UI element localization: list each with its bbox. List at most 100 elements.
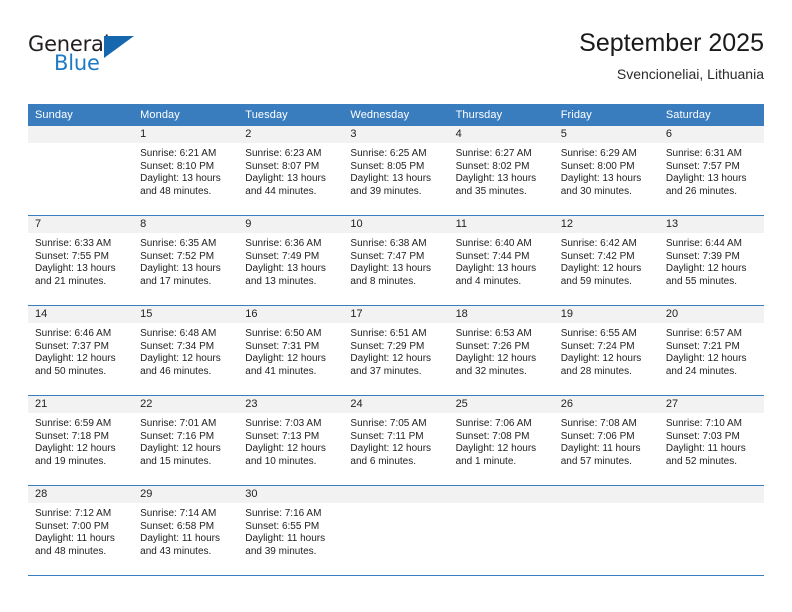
sunset-time: Sunset: 7:06 PM <box>560 430 635 442</box>
sunset-time: Sunset: 7:31 PM <box>245 340 320 352</box>
calendar-day-cell[interactable]: 4 Sunrise: 6:27 AM Sunset: 8:02 PM Daylight… <box>448 126 554 216</box>
sunrise-time: Sunrise: 7:14 AM <box>140 508 217 519</box>
daylight-duration-line2: and 48 minutes. <box>140 185 212 197</box>
calendar-day-cell[interactable]: 12 Sunrise: 6:42 AM Sunset: 7:42 PM Dayligh… <box>553 215 659 306</box>
day-sun-info: Sunrise: 6:48 AM Sunset: 7:34 PM Daylight:… <box>133 323 238 378</box>
day-number: 7 <box>28 216 134 233</box>
weekday-header-sunday: Sunday <box>28 104 134 126</box>
sunset-time: Sunset: 6:55 PM <box>245 520 320 532</box>
calendar-day-cell[interactable]: 26 Sunrise: 7:08 AM Sunset: 7:06 PM Dayligh… <box>553 395 659 486</box>
daylight-duration-line2: and 32 minutes. <box>455 365 527 377</box>
calendar-day-cell[interactable]: 3 Sunrise: 6:25 AM Sunset: 8:05 PM Daylight… <box>343 126 449 216</box>
day-number <box>28 126 134 143</box>
sunrise-time: Sunrise: 6:31 AM <box>665 148 742 159</box>
day-sun-info: Sunrise: 6:33 AM Sunset: 7:55 PM Daylight:… <box>28 233 133 288</box>
calendar-day-cell[interactable]: 19 Sunrise: 6:55 AM Sunset: 7:24 PM Dayligh… <box>553 305 659 396</box>
calendar-day-cell[interactable]: 5 Sunrise: 6:29 AM Sunset: 8:00 PM Daylight… <box>553 126 659 216</box>
daylight-duration-line2: and 4 minutes. <box>455 275 522 287</box>
day-number: 25 <box>448 396 554 413</box>
day-number: 29 <box>133 486 239 503</box>
day-number: 5 <box>553 126 659 143</box>
sunset-time: Sunset: 7:57 PM <box>665 160 740 172</box>
calendar-day-cell[interactable]: 1 Sunrise: 6:21 AM Sunset: 8:10 PM Daylight… <box>133 126 239 216</box>
calendar-day-cell[interactable]: 13 Sunrise: 6:44 AM Sunset: 7:39 PM Dayligh… <box>658 215 764 306</box>
daylight-duration-line2: and 43 minutes. <box>140 545 212 557</box>
sunset-time: Sunset: 7:18 PM <box>35 430 109 442</box>
sunrise-time: Sunrise: 6:50 AM <box>245 328 322 339</box>
calendar-day-cell[interactable]: 24 Sunrise: 7:05 AM Sunset: 7:11 PM Dayligh… <box>343 395 449 486</box>
day-sun-info: Sunrise: 6:50 AM Sunset: 7:31 PM Daylight:… <box>238 323 343 378</box>
calendar-day-cell[interactable]: 7 Sunrise: 6:33 AM Sunset: 7:55 PM Daylight… <box>28 215 134 306</box>
daylight-duration-line1: Daylight: 13 hours <box>665 173 747 185</box>
day-number: 13 <box>658 216 764 233</box>
sunrise-time: Sunrise: 6:51 AM <box>350 328 427 339</box>
sunset-time: Sunset: 7:42 PM <box>560 250 635 262</box>
sunset-time: Sunset: 7:39 PM <box>665 250 740 262</box>
sunrise-time: Sunrise: 6:46 AM <box>35 328 112 339</box>
calendar-day-cell-empty <box>343 485 449 576</box>
calendar-day-cell[interactable]: 20 Sunrise: 6:57 AM Sunset: 7:21 PM Dayligh… <box>658 305 764 396</box>
daylight-duration-line2: and 50 minutes. <box>35 365 107 377</box>
calendar-day-cell[interactable]: 8 Sunrise: 6:35 AM Sunset: 7:52 PM Daylight… <box>133 215 239 306</box>
calendar-day-cell[interactable]: 22 Sunrise: 7:01 AM Sunset: 7:16 PM Dayligh… <box>133 395 239 486</box>
sunrise-time: Sunrise: 7:08 AM <box>560 418 637 429</box>
daylight-duration-line2: and 52 minutes. <box>665 455 738 467</box>
calendar-day-cell[interactable]: 18 Sunrise: 6:53 AM Sunset: 7:26 PM Dayligh… <box>448 305 554 396</box>
calendar-day-cell[interactable]: 28 Sunrise: 7:12 AM Sunset: 7:00 PM Dayligh… <box>28 485 134 576</box>
day-number: 27 <box>658 396 764 413</box>
calendar-day-cell[interactable]: 25 Sunrise: 7:06 AM Sunset: 7:08 PM Dayligh… <box>448 395 554 486</box>
sunrise-time: Sunrise: 6:33 AM <box>35 238 112 249</box>
sunset-time: Sunset: 7:00 PM <box>35 520 109 532</box>
daylight-duration-line1: Daylight: 13 hours <box>560 173 642 185</box>
sunrise-time: Sunrise: 6:44 AM <box>665 238 742 249</box>
daylight-duration-line2: and 28 minutes. <box>560 365 632 377</box>
calendar-day-cell[interactable]: 6 Sunrise: 6:31 AM Sunset: 7:57 PM Daylight… <box>658 126 764 216</box>
sunrise-time: Sunrise: 6:53 AM <box>455 328 532 339</box>
daylight-duration-line1: Daylight: 13 hours <box>455 173 537 185</box>
calendar-table: Sunday Monday Tuesday Wednesday Thursday… <box>28 104 764 576</box>
weekday-header-tuesday: Tuesday <box>238 104 344 126</box>
daylight-duration-line1: Daylight: 12 hours <box>245 443 326 455</box>
sunrise-time: Sunrise: 6:21 AM <box>140 148 217 159</box>
sunset-time: Sunset: 7:24 PM <box>560 340 635 352</box>
calendar-day-cell[interactable]: 2 Sunrise: 6:23 AM Sunset: 8:07 PM Daylight… <box>238 126 344 216</box>
calendar-day-cell[interactable]: 27 Sunrise: 7:10 AM Sunset: 7:03 PM Dayligh… <box>658 395 764 486</box>
calendar-day-cell[interactable]: 15 Sunrise: 6:48 AM Sunset: 7:34 PM Dayligh… <box>133 305 239 396</box>
day-number: 1 <box>133 126 239 143</box>
sunrise-time: Sunrise: 6:42 AM <box>560 238 637 249</box>
calendar-day-cell[interactable]: 29 Sunrise: 7:14 AM Sunset: 6:58 PM Dayligh… <box>133 485 239 576</box>
calendar-day-cell[interactable]: 16 Sunrise: 6:50 AM Sunset: 7:31 PM Dayligh… <box>238 305 344 396</box>
day-number: 15 <box>133 306 239 323</box>
weekday-header-thursday: Thursday <box>448 104 554 126</box>
daylight-duration-line1: Daylight: 11 hours <box>35 533 115 545</box>
day-number: 3 <box>343 126 449 143</box>
general-blue-logo[interactable]: General Blue <box>28 32 158 88</box>
day-number: 24 <box>343 396 449 413</box>
daylight-duration-line2: and 26 minutes. <box>665 185 738 197</box>
sunset-time: Sunset: 7:16 PM <box>140 430 215 442</box>
sunset-time: Sunset: 7:08 PM <box>455 430 530 442</box>
calendar-day-cell[interactable]: 21 Sunrise: 6:59 AM Sunset: 7:18 PM Dayligh… <box>28 395 134 486</box>
calendar-day-cell[interactable]: 11 Sunrise: 6:40 AM Sunset: 7:44 PM Dayligh… <box>448 215 554 306</box>
day-number: 8 <box>133 216 239 233</box>
calendar-day-cell[interactable]: 23 Sunrise: 7:03 AM Sunset: 7:13 PM Dayligh… <box>238 395 344 486</box>
sunrise-time: Sunrise: 6:35 AM <box>140 238 217 249</box>
day-sun-info: Sunrise: 6:55 AM Sunset: 7:24 PM Daylight:… <box>554 323 659 378</box>
day-sun-info: Sunrise: 6:38 AM Sunset: 7:47 PM Daylight:… <box>343 233 448 288</box>
daylight-duration-line1: Daylight: 12 hours <box>350 443 432 455</box>
day-sun-info: Sunrise: 7:14 AM Sunset: 6:58 PM Daylight:… <box>133 503 238 558</box>
day-sun-info: Sunrise: 6:25 AM Sunset: 8:05 PM Daylight:… <box>343 143 448 198</box>
logo-triangle-icon <box>104 36 134 58</box>
day-sun-info: Sunrise: 6:27 AM Sunset: 8:02 PM Daylight:… <box>449 143 554 198</box>
day-sun-info: Sunrise: 7:08 AM Sunset: 7:06 PM Daylight:… <box>554 413 659 468</box>
daylight-duration-line1: Daylight: 12 hours <box>350 353 432 365</box>
calendar-day-cell[interactable]: 17 Sunrise: 6:51 AM Sunset: 7:29 PM Dayligh… <box>343 305 449 396</box>
daylight-duration-line1: Daylight: 13 hours <box>140 263 221 275</box>
daylight-duration-line2: and 15 minutes. <box>140 455 212 467</box>
day-sun-info: Sunrise: 6:42 AM Sunset: 7:42 PM Daylight:… <box>554 233 659 288</box>
calendar-day-cell[interactable]: 14 Sunrise: 6:46 AM Sunset: 7:37 PM Dayligh… <box>28 305 134 396</box>
calendar-day-cell[interactable]: 30 Sunrise: 7:16 AM Sunset: 6:55 PM Dayligh… <box>238 485 344 576</box>
calendar-day-cell[interactable]: 10 Sunrise: 6:38 AM Sunset: 7:47 PM Dayligh… <box>343 215 449 306</box>
day-sun-info: Sunrise: 6:51 AM Sunset: 7:29 PM Daylight:… <box>343 323 448 378</box>
calendar-day-cell[interactable]: 9 Sunrise: 6:36 AM Sunset: 7:49 PM Daylight… <box>238 215 344 306</box>
